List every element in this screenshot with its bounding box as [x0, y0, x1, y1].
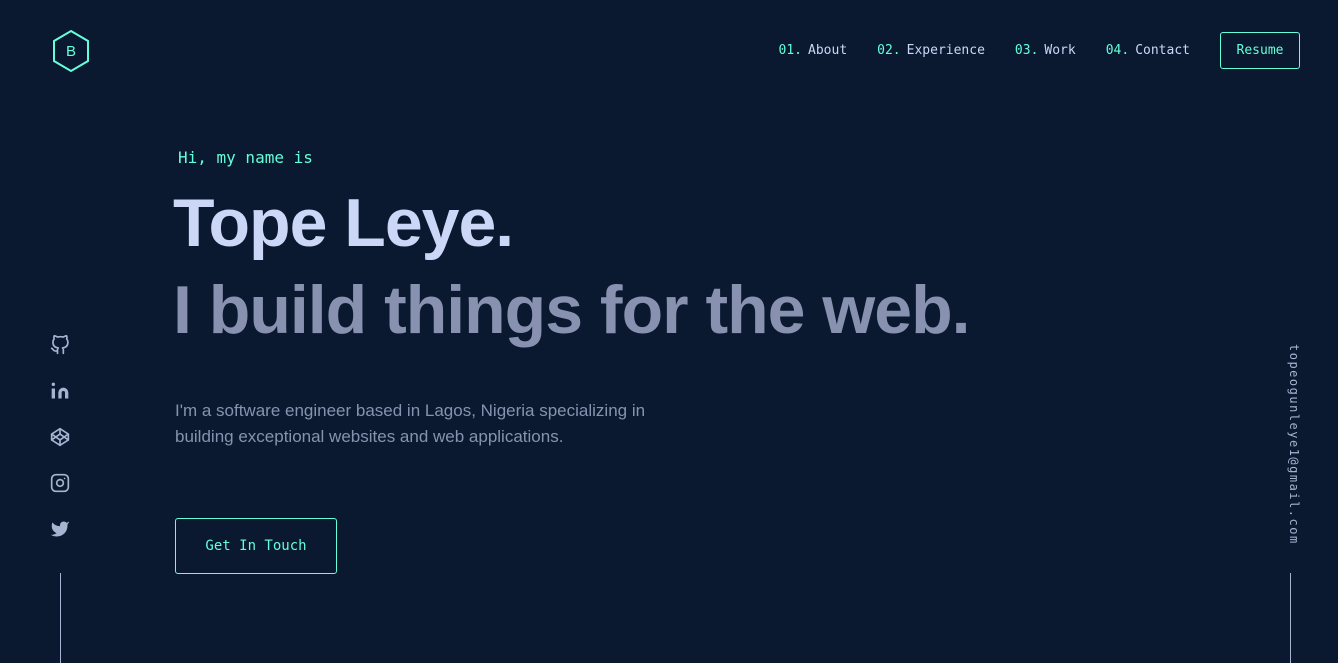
codepen-icon — [50, 427, 70, 447]
instagram-link[interactable] — [48, 471, 72, 495]
hero-description: I'm a software engineer based in Lagos, … — [175, 401, 646, 446]
linkedin-icon — [51, 382, 69, 399]
hero-greeting: Hi, my name is — [178, 148, 313, 167]
nav-item-number: 02. — [877, 43, 901, 58]
nav-item-label: Contact — [1135, 43, 1190, 58]
hero-name: Tope Leye. — [173, 185, 514, 261]
logo-letter: B — [66, 43, 76, 60]
nav-item-work[interactable]: 03. Work — [1015, 43, 1076, 58]
get-in-touch-button[interactable]: Get In Touch — [175, 518, 337, 574]
resume-button[interactable]: Resume — [1220, 32, 1300, 69]
linkedin-link[interactable] — [48, 379, 72, 403]
codepen-link[interactable] — [48, 425, 72, 449]
twitter-link[interactable] — [48, 517, 72, 541]
nav-item-label: Experience — [906, 43, 985, 58]
nav-item-about[interactable]: 01. About — [779, 43, 848, 58]
left-divider-line — [60, 573, 61, 663]
hexagon-logo-icon: B — [53, 29, 89, 73]
right-divider-line — [1290, 573, 1291, 663]
hero-tagline: I build things for the web. — [173, 272, 971, 348]
nav-item-number: 04. — [1105, 43, 1130, 58]
nav-item-number: 03. — [1014, 43, 1039, 58]
github-icon — [50, 335, 69, 355]
nav-item-label: About — [808, 43, 848, 58]
social-sidebar — [48, 333, 72, 563]
main-nav: 01. About 02. Experience 03. Work 04. Contac… — [779, 31, 1300, 70]
nav-item-contact[interactable]: 04. Contact — [1106, 43, 1190, 58]
nav-item-experience[interactable]: 02. Experience — [877, 43, 985, 58]
github-link[interactable] — [48, 333, 72, 357]
logo-link[interactable]: B — [51, 29, 91, 73]
email-link[interactable]: topeogunleye1@gmail.com — [1281, 344, 1301, 545]
twitter-icon — [50, 521, 70, 537]
nav-item-label: Work — [1044, 43, 1076, 58]
nav-item-number: 01. — [778, 43, 803, 58]
instagram-icon — [50, 473, 70, 493]
